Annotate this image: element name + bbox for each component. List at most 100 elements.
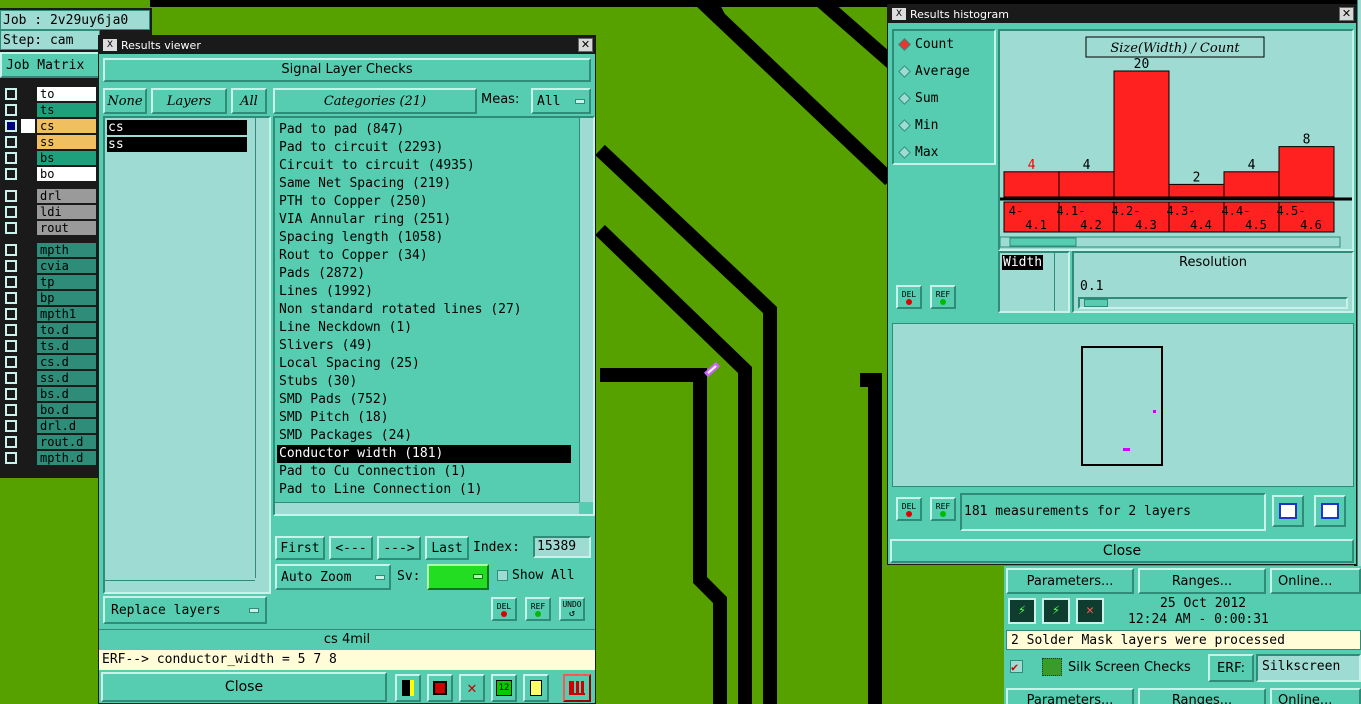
- mode-option-count[interactable]: Count: [894, 31, 994, 58]
- layer-row[interactable]: drl.d: [0, 418, 96, 434]
- layer-row[interactable]: ss.d: [0, 370, 96, 386]
- layer-checkbox[interactable]: [5, 222, 17, 234]
- histogram-icon[interactable]: [563, 674, 591, 702]
- all-layers-button[interactable]: All: [231, 88, 267, 114]
- layer-row[interactable]: to.d: [0, 322, 96, 338]
- erf-button[interactable]: ERF:: [1208, 654, 1254, 682]
- meas-dropdown[interactable]: All: [531, 88, 591, 114]
- close-icon[interactable]: ✕: [578, 38, 593, 52]
- category-item[interactable]: Pad to Cu Connection (1): [277, 463, 571, 481]
- layer-checkbox[interactable]: [5, 420, 17, 432]
- layer-checkbox[interactable]: [5, 120, 17, 132]
- layer-row[interactable]: cs: [0, 118, 96, 134]
- layer-checkbox[interactable]: [5, 372, 17, 384]
- silk-check-checkbox[interactable]: ✔: [1010, 660, 1023, 673]
- erf-value-field[interactable]: Silkscreen: [1256, 654, 1361, 682]
- index-input[interactable]: 15389: [533, 536, 591, 558]
- category-scrollbar[interactable]: [579, 118, 593, 502]
- chart-hscroll-thumb[interactable]: [1009, 237, 1077, 247]
- layer-checkbox[interactable]: [5, 308, 17, 320]
- layer-list-hscroll[interactable]: [105, 580, 255, 592]
- category-item[interactable]: Pad to Line Connection (1): [277, 481, 571, 499]
- category-item[interactable]: Lines (1992): [277, 283, 571, 301]
- hist-del-button[interactable]: DEL: [896, 285, 922, 309]
- sv-color-dropdown[interactable]: [427, 564, 489, 590]
- mode-option-sum[interactable]: Sum: [894, 85, 994, 112]
- category-item[interactable]: Pad to pad (847): [277, 121, 571, 139]
- category-item[interactable]: Non standard rotated lines (27): [277, 301, 571, 319]
- layer-row[interactable]: cs.d: [0, 354, 96, 370]
- mode-option-min[interactable]: Min: [894, 112, 994, 139]
- job-matrix-button[interactable]: Job Matrix: [0, 52, 100, 78]
- category-item[interactable]: PTH to Copper (250): [277, 193, 571, 211]
- rv-layer-item[interactable]: cs: [107, 120, 247, 135]
- layer-row[interactable]: mpth: [0, 242, 96, 258]
- category-item[interactable]: Circuit to circuit (4935): [277, 157, 571, 175]
- layer-row[interactable]: drl: [0, 188, 96, 204]
- category-item[interactable]: Local Spacing (25): [277, 355, 571, 373]
- mode-option-max[interactable]: Max: [894, 139, 994, 166]
- layer-row[interactable]: mpth1: [0, 306, 96, 322]
- rv-layer-item[interactable]: ss: [107, 137, 247, 152]
- layer-row[interactable]: bo: [0, 166, 96, 182]
- histogram-bar[interactable]: [1278, 146, 1335, 198]
- histogram-close-button[interactable]: Close: [890, 539, 1354, 563]
- notes-icon[interactable]: [523, 674, 549, 702]
- parameters-button-2[interactable]: Parameters...: [1006, 688, 1134, 704]
- preview-del-button[interactable]: DEL: [896, 497, 922, 521]
- zoom-area-icon[interactable]: [1314, 495, 1346, 527]
- layer-checkbox[interactable]: [5, 452, 17, 464]
- histogram-bar[interactable]: [1168, 183, 1225, 198]
- layer-checkbox[interactable]: [5, 190, 17, 202]
- ref-button[interactable]: REF: [525, 597, 551, 621]
- category-item[interactable]: SMD Packages (24): [277, 427, 571, 445]
- close-button[interactable]: Close: [101, 672, 387, 702]
- category-item[interactable]: Stubs (30): [277, 373, 571, 391]
- layer-checkbox[interactable]: [5, 340, 17, 352]
- histogram-bar[interactable]: [1223, 171, 1280, 198]
- first-button[interactable]: First: [275, 536, 325, 560]
- online-button-2[interactable]: Online...: [1270, 688, 1361, 704]
- layer-row[interactable]: ts: [0, 102, 96, 118]
- results-viewer-titlebar[interactable]: X Results viewer ✕: [99, 36, 595, 54]
- category-item[interactable]: Line Neckdown (1): [277, 319, 571, 337]
- histogram-bar[interactable]: [1113, 70, 1170, 198]
- category-item[interactable]: Rout to Copper (34): [277, 247, 571, 265]
- layer-row[interactable]: ldi: [0, 204, 96, 220]
- resolution-slider[interactable]: [1078, 297, 1348, 309]
- layer-row[interactable]: to: [0, 86, 96, 102]
- del-button[interactable]: DEL: [491, 597, 517, 621]
- replace-layers-dropdown[interactable]: Replace layers: [103, 596, 267, 624]
- layer-checkbox[interactable]: [5, 168, 17, 180]
- category-item[interactable]: SMD Pads (752): [277, 391, 571, 409]
- clear-results-icon[interactable]: ✕: [459, 674, 485, 702]
- ranges-button-2[interactable]: Ranges...: [1138, 688, 1266, 704]
- zoom-fit-icon[interactable]: [1272, 495, 1304, 527]
- category-item[interactable]: Spacing length (1058): [277, 229, 571, 247]
- show-all-checkbox[interactable]: Show All: [497, 568, 575, 583]
- layer-checkbox[interactable]: [5, 152, 17, 164]
- layer-checkbox[interactable]: [5, 206, 17, 218]
- category-item[interactable]: Conductor width (181): [277, 445, 571, 463]
- layer-checkbox[interactable]: [5, 244, 17, 256]
- action-icon-step[interactable]: ⚡: [1042, 598, 1070, 624]
- parameters-button[interactable]: Parameters...: [1006, 568, 1134, 594]
- close-icon[interactable]: ✕: [1339, 7, 1354, 21]
- layer-checkbox[interactable]: [5, 388, 17, 400]
- layer-checkbox[interactable]: [5, 136, 17, 148]
- layer-row[interactable]: rout: [0, 220, 96, 236]
- next-button[interactable]: --->: [377, 536, 421, 560]
- width-selector[interactable]: Width: [998, 251, 1070, 313]
- hist-ref-button[interactable]: REF: [930, 285, 956, 309]
- layer-row[interactable]: cvia: [0, 258, 96, 274]
- layer-checkbox[interactable]: [5, 292, 17, 304]
- layer-row[interactable]: ss: [0, 134, 96, 150]
- online-button[interactable]: Online...: [1270, 568, 1361, 594]
- measure-tool-icon[interactable]: [395, 674, 421, 702]
- layer-row[interactable]: bs: [0, 150, 96, 166]
- layer-row[interactable]: bp: [0, 290, 96, 306]
- layer-row[interactable]: bs.d: [0, 386, 96, 402]
- last-button[interactable]: Last: [425, 536, 469, 560]
- width-scrollbar[interactable]: [1054, 253, 1068, 311]
- category-item[interactable]: VIA Annular ring (251): [277, 211, 571, 229]
